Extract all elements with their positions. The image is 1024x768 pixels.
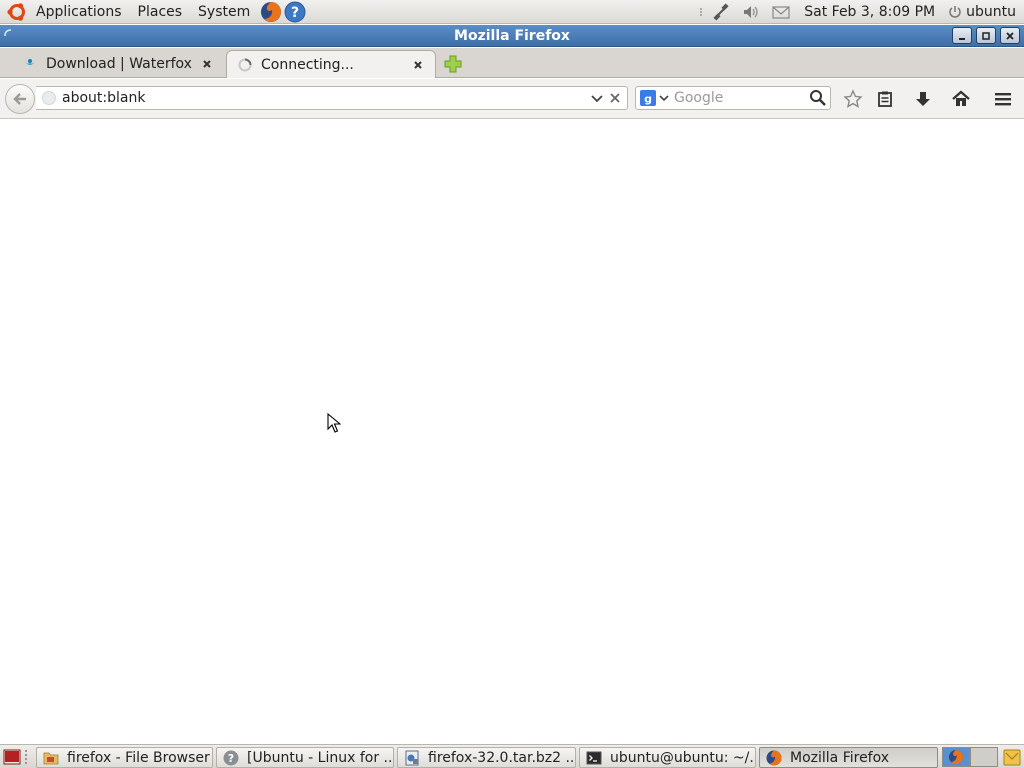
home-button[interactable]	[950, 88, 972, 110]
network-icon[interactable]	[711, 2, 731, 22]
svg-text:?: ?	[228, 752, 234, 765]
minimize-icon	[959, 37, 965, 40]
tab-connecting[interactable]: Connecting...	[226, 50, 436, 78]
taskbar-item-firefox[interactable]: Mozilla Firefox	[759, 747, 938, 768]
help-icon: ?	[223, 750, 239, 765]
taskbar-item-terminal[interactable]: ubuntu@ubuntu: ~/...	[579, 747, 756, 768]
tab-label: Download | Waterfox	[46, 56, 192, 72]
search-bar[interactable]: g	[635, 86, 831, 110]
terminal-icon	[586, 751, 602, 764]
downloads-button[interactable]	[912, 88, 934, 110]
bottom-panel: firefox - File Browser ? [Ubuntu - Linux…	[0, 744, 1024, 768]
taskbar-item-label: Mozilla Firefox	[790, 749, 890, 766]
power-icon[interactable]	[948, 2, 962, 22]
svg-text:g: g	[644, 93, 652, 106]
window-titlebar[interactable]: Mozilla Firefox	[0, 25, 1024, 47]
google-engine-icon: g	[640, 90, 656, 106]
trash-icon[interactable]	[1002, 747, 1022, 767]
workspace-firefox-icon	[949, 750, 964, 765]
tab-close-icon[interactable]	[200, 57, 214, 71]
taskbar-item-label: [Ubuntu - Linux for ...	[247, 749, 394, 766]
waterfox-favicon-icon	[24, 59, 36, 65]
volume-icon[interactable]	[741, 2, 761, 22]
clipboard-icon	[878, 91, 892, 107]
tab-strip: Download | Waterfox Connecting...	[0, 48, 1024, 78]
url-history-dropdown-icon[interactable]	[589, 90, 605, 106]
places-menu[interactable]: Places	[130, 0, 191, 24]
window-controls	[952, 27, 1020, 44]
tray-handle-icon	[700, 8, 703, 16]
reading-list-button[interactable]	[874, 88, 896, 110]
mail-icon[interactable]	[771, 2, 791, 22]
system-tray: Sat Feb 3, 8:09 PM ubuntu	[693, 0, 1024, 24]
taskbar-item-ubuntu-help[interactable]: ? [Ubuntu - Linux for ...	[216, 747, 394, 768]
panel-handle[interactable]	[25, 750, 29, 764]
window-title: Mozilla Firefox	[454, 28, 570, 44]
back-arrow-icon	[13, 93, 26, 105]
svg-text:?: ?	[291, 5, 299, 21]
taskbar-item-label: firefox - File Browser	[67, 749, 210, 766]
applications-menu[interactable]: Applications	[28, 0, 130, 24]
url-input[interactable]	[60, 87, 589, 109]
back-button[interactable]	[5, 84, 35, 114]
maximize-icon	[982, 31, 990, 40]
help-launcher-icon[interactable]: ?	[284, 1, 306, 23]
navigation-toolbar: g	[0, 79, 1024, 119]
firefox-launcher-icon[interactable]	[260, 1, 282, 23]
minimize-button[interactable]	[952, 27, 972, 44]
tab-label: Connecting...	[261, 56, 354, 73]
maximize-button[interactable]	[976, 27, 996, 44]
taskbar-item-label: ubuntu@ubuntu: ~/...	[610, 749, 756, 766]
system-menu[interactable]: System	[190, 0, 258, 24]
taskbar-item-file-browser[interactable]: firefox - File Browser	[36, 747, 213, 768]
bookmark-star-button[interactable]	[842, 88, 864, 110]
close-window-button[interactable]	[1000, 27, 1020, 44]
download-arrow-icon	[916, 92, 930, 106]
loading-spinner-icon	[238, 58, 252, 71]
ubuntu-logo-icon[interactable]	[6, 1, 28, 23]
user-name[interactable]: ubuntu	[964, 4, 1024, 20]
tab-download-waterfox[interactable]: Download | Waterfox	[12, 50, 224, 78]
hamburger-menu-icon	[995, 93, 1011, 106]
search-engine-selector[interactable]: g	[640, 90, 670, 106]
mouse-pointer-icon	[327, 413, 341, 433]
firefox-icon	[766, 750, 782, 765]
close-icon	[1006, 31, 1014, 40]
taskbar-item-archive[interactable]: firefox-32.0.tar.bz2 ...	[397, 747, 576, 768]
show-desktop-icon[interactable]	[3, 748, 21, 766]
page-content[interactable]	[0, 120, 1024, 744]
url-bar[interactable]	[36, 86, 628, 110]
search-input[interactable]	[670, 87, 808, 109]
search-icon[interactable]	[809, 89, 827, 107]
stop-icon[interactable]	[607, 90, 623, 106]
folder-icon	[43, 752, 59, 764]
clock[interactable]: Sat Feb 3, 8:09 PM	[796, 4, 943, 20]
home-icon	[952, 90, 970, 106]
star-icon	[843, 89, 863, 108]
top-panel: Applications Places System ? Sat Feb 3, …	[0, 0, 1024, 24]
new-tab-plus-icon[interactable]	[442, 53, 464, 75]
workspace-2[interactable]	[970, 747, 998, 767]
tab-close-icon[interactable]	[411, 58, 425, 72]
page-identity-icon[interactable]	[42, 91, 56, 105]
chevron-down-icon	[659, 95, 669, 102]
workspace-1[interactable]	[942, 747, 970, 767]
archive-icon	[405, 750, 419, 765]
menu-button[interactable]	[992, 88, 1014, 110]
taskbar-item-label: firefox-32.0.tar.bz2 ...	[428, 749, 576, 766]
